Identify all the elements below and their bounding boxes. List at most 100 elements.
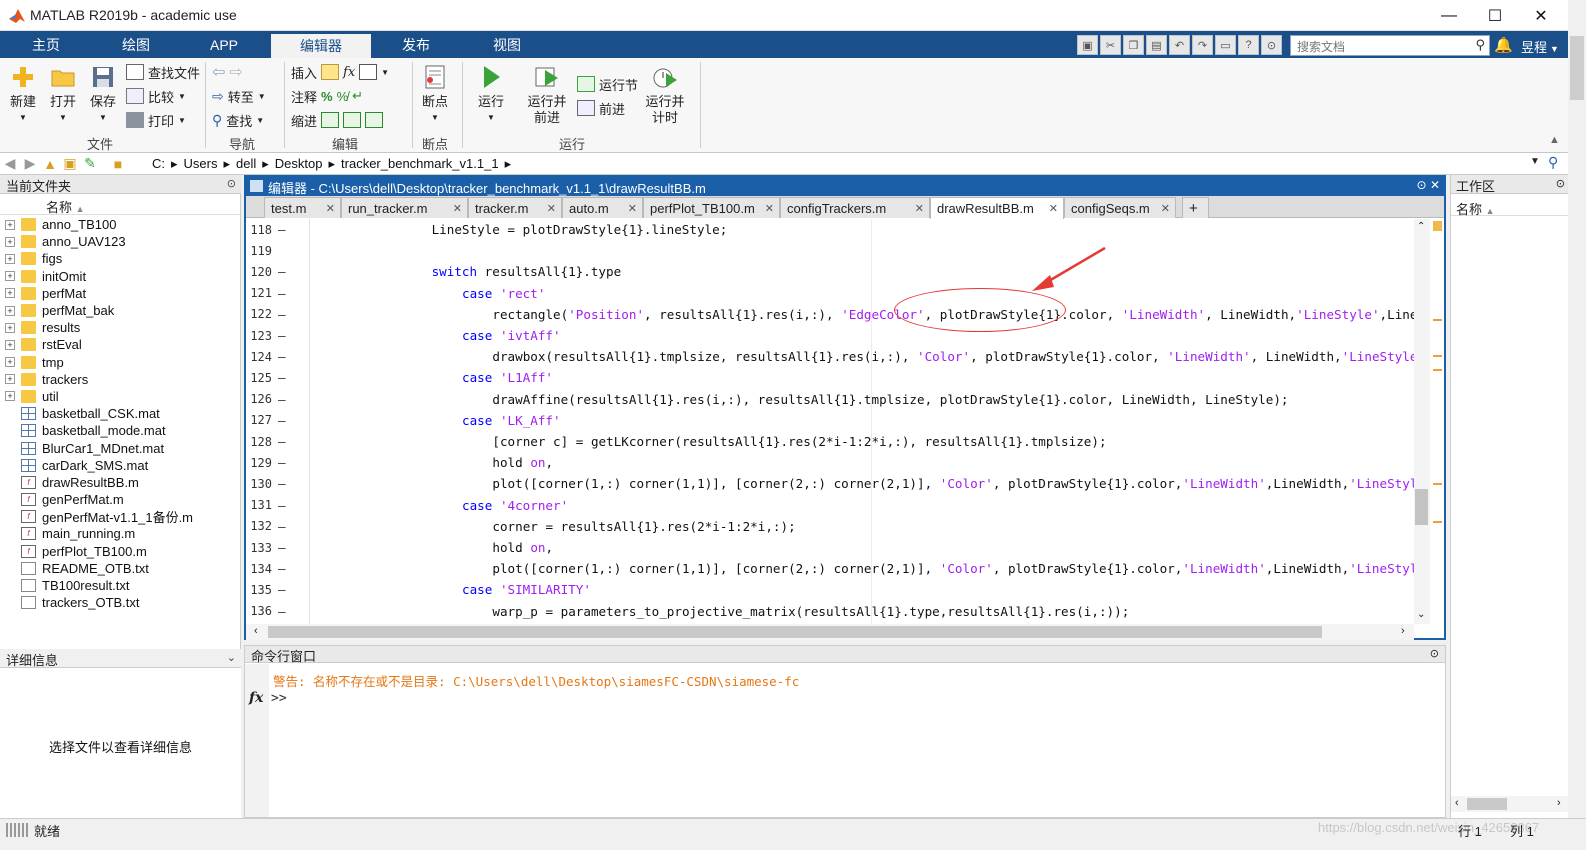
- breakpoint-dash[interactable]: —: [278, 328, 286, 343]
- back-arrow-icon[interactable]: ⇦: [212, 62, 225, 82]
- breakpoint-dash[interactable]: —: [278, 307, 286, 322]
- wrap-comments-icon[interactable]: ↵: [352, 88, 363, 104]
- code-line[interactable]: 133 — hold on,: [246, 537, 1416, 558]
- expand-icon[interactable]: +: [5, 339, 15, 350]
- workspace-horizontal-scrollbar[interactable]: ‹ ›: [1451, 796, 1569, 812]
- vertical-scroll-thumb[interactable]: [1415, 489, 1428, 525]
- code-line[interactable]: 128 — [corner c] = getLKcorner(resultsAll{…: [246, 431, 1416, 452]
- editor-tab[interactable]: run_tracker.m ✕: [341, 197, 468, 218]
- run-button[interactable]: 运行 ▼: [472, 64, 510, 126]
- forward-arrow-icon[interactable]: ⇨: [229, 62, 242, 82]
- close-tab-icon[interactable]: ✕: [1161, 202, 1170, 215]
- search-icon[interactable]: ⚲: [1475, 37, 1485, 53]
- cut-icon[interactable]: ✂: [1100, 35, 1121, 55]
- file-list-item[interactable]: TB100result.txt: [0, 577, 240, 594]
- panel-options-icon[interactable]: ⊙: [227, 177, 236, 190]
- code-line[interactable]: 118 — LineStyle = plotDrawStyle{1}.lineSty…: [246, 219, 1416, 240]
- breakpoint-dash[interactable]: —: [278, 582, 286, 597]
- comment-button[interactable]: 注释% %̸ ↵: [291, 86, 363, 106]
- close-tab-icon[interactable]: ✕: [547, 202, 556, 215]
- file-list-item[interactable]: f perfPlot_TB100.m: [0, 543, 240, 560]
- code-line[interactable]: 125 — case 'L1Aff': [246, 367, 1416, 388]
- line-number[interactable]: 123: [246, 329, 272, 343]
- editor-tab[interactable]: configSeqs.m ✕: [1064, 197, 1176, 218]
- warning-status-icon[interactable]: [1433, 221, 1442, 231]
- horizontal-scroll-thumb[interactable]: [1467, 798, 1507, 810]
- line-number[interactable]: 124: [246, 350, 272, 364]
- add-tab-button[interactable]: +: [1182, 197, 1209, 218]
- browse-folder-icon[interactable]: ▣: [60, 155, 80, 172]
- code-line[interactable]: 135 — case 'SIMILARITY': [246, 579, 1416, 600]
- insert-button[interactable]: 插入 fx ▼: [291, 62, 389, 82]
- run-and-advance-button[interactable]: 运行并 前进: [524, 64, 570, 126]
- indent-button[interactable]: 缩进: [291, 110, 384, 130]
- scroll-left-icon[interactable]: ‹: [254, 625, 258, 637]
- compare-button[interactable]: 比较 ▼: [126, 86, 186, 106]
- tab-home[interactable]: 主页: [10, 31, 82, 58]
- line-number[interactable]: 132: [246, 519, 272, 533]
- editor-tab[interactable]: auto.m ✕: [562, 197, 643, 218]
- line-number[interactable]: 125: [246, 371, 272, 385]
- breakpoint-dash[interactable]: —: [278, 264, 286, 279]
- name-column-header[interactable]: 名称 ▲: [0, 196, 240, 215]
- code-line[interactable]: 121 — case 'rect': [246, 283, 1416, 304]
- file-list-item[interactable]: + perfMat: [0, 285, 240, 302]
- copy-icon[interactable]: ❐: [1123, 35, 1144, 55]
- code-line[interactable]: 132 — corner = resultsAll{1}.res(2*i-1:2*i…: [246, 516, 1416, 537]
- line-number[interactable]: 133: [246, 541, 272, 555]
- back-forward-buttons[interactable]: ⇦ ⇨: [212, 62, 243, 82]
- file-list-item[interactable]: BlurCar1_MDnet.mat: [0, 439, 240, 456]
- increase-indent-icon[interactable]: [365, 112, 384, 128]
- command-prompt[interactable]: >>: [271, 691, 287, 706]
- breakpoint-dash[interactable]: —: [278, 370, 286, 385]
- comment-percent-icon[interactable]: %: [321, 89, 333, 104]
- file-list-item[interactable]: + results: [0, 319, 240, 336]
- run-section-button[interactable]: 运行节: [577, 74, 638, 94]
- breakpoint-dash[interactable]: —: [278, 455, 286, 470]
- code-line[interactable]: 119: [246, 240, 1416, 261]
- breakpoints-button[interactable]: 断点 ▼: [418, 64, 452, 126]
- file-list-item[interactable]: + anno_TB100: [0, 216, 240, 233]
- expand-icon[interactable]: +: [5, 236, 15, 247]
- open-button[interactable]: 打开 ▼: [46, 64, 80, 126]
- analyzer-marker[interactable]: [1433, 319, 1442, 321]
- file-list-item[interactable]: + initOmit: [0, 268, 240, 285]
- code-line[interactable]: 127 — case 'LK_Aff': [246, 410, 1416, 431]
- decrease-indent-icon[interactable]: [343, 112, 362, 128]
- new-button[interactable]: 新建 ▼: [6, 64, 40, 126]
- expand-icon[interactable]: +: [5, 322, 15, 333]
- goto-button[interactable]: ⇨ 转至 ▼: [212, 86, 266, 106]
- breakpoint-dash[interactable]: —: [278, 561, 286, 576]
- breakpoint-dash[interactable]: —: [278, 222, 286, 237]
- file-list-item[interactable]: carDark_SMS.mat: [0, 457, 240, 474]
- expand-icon[interactable]: +: [5, 391, 15, 402]
- fx-function-browser-icon[interactable]: fx: [249, 690, 263, 706]
- advance-button[interactable]: 前进: [577, 98, 625, 118]
- smart-indent-icon[interactable]: [321, 112, 340, 128]
- file-list-item[interactable]: basketball_mode.mat: [0, 422, 240, 439]
- tab-plots[interactable]: 绘图: [100, 31, 172, 58]
- find-files-button[interactable]: 查找文件: [126, 62, 200, 82]
- file-list-item[interactable]: README_OTB.txt: [0, 560, 240, 577]
- print-button[interactable]: 打印 ▼: [126, 110, 186, 130]
- minimize-button[interactable]: —: [1426, 0, 1472, 31]
- line-number[interactable]: 127: [246, 413, 272, 427]
- file-list-item[interactable]: + trackers: [0, 371, 240, 388]
- line-number[interactable]: 129: [246, 456, 272, 470]
- back-arrow-icon[interactable]: ◀: [0, 155, 20, 172]
- breadcrumb-item[interactable]: C:: [152, 156, 165, 172]
- close-tab-icon[interactable]: ✕: [915, 202, 924, 215]
- breadcrumb-item[interactable]: dell: [236, 156, 256, 172]
- tab-view[interactable]: 视图: [471, 31, 543, 58]
- code-line[interactable]: 130 — plot([corner(1,:) corner(1,1)], [cor…: [246, 473, 1416, 494]
- line-number[interactable]: 118: [246, 223, 272, 237]
- file-list-item[interactable]: + anno_UAV123: [0, 233, 240, 250]
- code-line[interactable]: 124 — drawbox(resultsAll{1}.tmplsize, resu…: [246, 346, 1416, 367]
- breakpoint-dash[interactable]: —: [278, 519, 286, 534]
- breakpoint-dash[interactable]: —: [278, 604, 286, 619]
- line-number[interactable]: 126: [246, 392, 272, 406]
- save-button[interactable]: 保存 ▼: [86, 64, 120, 126]
- forward-arrow-icon[interactable]: ▶: [20, 155, 40, 172]
- run-and-time-button[interactable]: 运行并 计时: [642, 64, 688, 126]
- panel-options-icon[interactable]: ⊙: [1556, 177, 1565, 190]
